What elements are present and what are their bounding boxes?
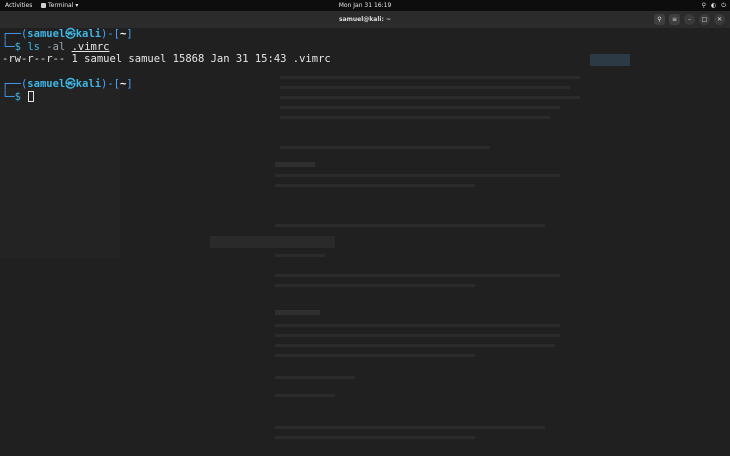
- terminal-output: ┌──(samuel㉿kali)-[~] └─$ ls -al .vimrc -…: [2, 28, 331, 103]
- close-button[interactable]: ✕: [714, 14, 725, 25]
- minimize-icon: –: [688, 16, 691, 23]
- hamburger-icon: ≡: [671, 16, 678, 23]
- prompt-dollar: $: [14, 90, 28, 103]
- prompt-corner: ┌──(: [2, 78, 28, 90]
- text-cursor: [28, 90, 35, 102]
- prompt-line: ┌──(samuel㉿kali)-[~]: [2, 78, 331, 91]
- prompt-end: ]: [126, 28, 133, 40]
- maximize-button[interactable]: □: [699, 14, 710, 25]
- search-button[interactable]: ⚲: [654, 14, 665, 25]
- search-icon: ⚲: [657, 16, 662, 23]
- minimize-button[interactable]: –: [684, 14, 695, 25]
- command-output: -rw-r--r-- 1 samuel samuel 15868 Jan 31 …: [2, 53, 331, 65]
- input-line[interactable]: └─$: [2, 90, 331, 104]
- window-title: samuel@kali: ~: [339, 16, 391, 23]
- command-argument: .vimrc: [71, 40, 110, 53]
- system-tray[interactable]: ⚲ ◐ ⏻: [702, 0, 726, 11]
- prompt-at: ㉿: [65, 78, 76, 90]
- prompt-end: ]: [126, 78, 133, 90]
- prompt-corner-bottom: └─: [2, 90, 15, 103]
- prompt-separator: )-[: [101, 28, 120, 40]
- prompt-separator: )-[: [101, 78, 120, 90]
- prompt-host: kali: [75, 78, 102, 90]
- top-bar: Activities Terminal ▾ Mon Jan 31 16:19 ⚲…: [0, 0, 730, 11]
- prompt-user: samuel: [27, 78, 66, 90]
- prompt-host: kali: [75, 28, 102, 40]
- power-icon: ⏻: [721, 2, 726, 9]
- close-icon: ✕: [716, 16, 723, 23]
- network-icon: ⚲: [701, 2, 706, 9]
- command-line: └─$ ls -al .vimrc: [2, 41, 331, 54]
- prompt-at: ㉿: [65, 28, 76, 40]
- clock[interactable]: Mon Jan 31 16:19: [0, 0, 730, 11]
- prompt-line: ┌──(samuel㉿kali)-[~]: [2, 28, 331, 41]
- window-titlebar[interactable]: samuel@kali: ~ ⚲ ≡ – □ ✕: [0, 11, 730, 29]
- prompt-user: samuel: [27, 28, 66, 40]
- prompt-corner-bottom: └─: [2, 40, 15, 53]
- command-flags: -al: [39, 40, 72, 53]
- maximize-icon: □: [701, 16, 708, 23]
- terminal-area[interactable]: ┌──(samuel㉿kali)-[~] └─$ ls -al .vimrc -…: [0, 28, 730, 456]
- volume-icon: ◐: [711, 2, 717, 9]
- menu-button[interactable]: ≡: [669, 14, 680, 25]
- prompt-dollar: $: [14, 40, 28, 53]
- prompt-corner: ┌──(: [2, 28, 28, 40]
- command-name: ls: [27, 40, 40, 53]
